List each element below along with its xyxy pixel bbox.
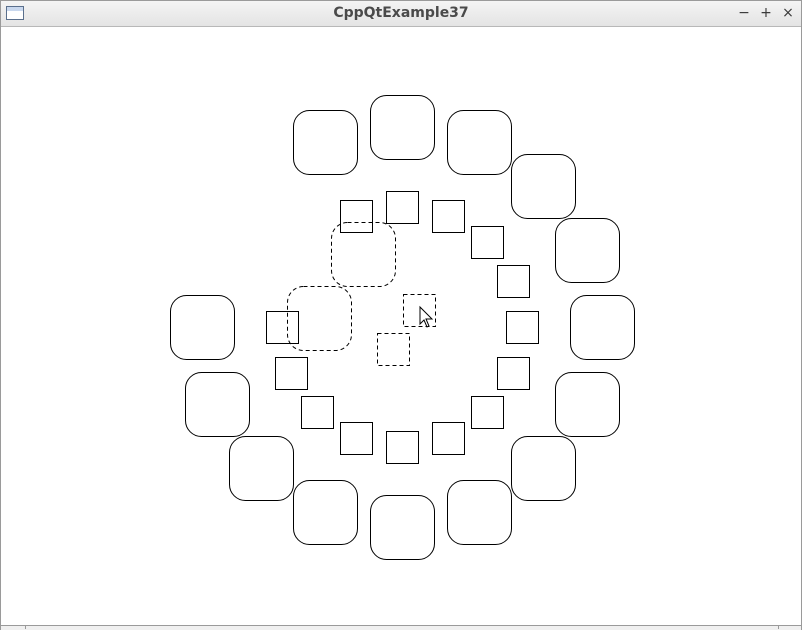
rounded-rect-item[interactable] — [447, 110, 512, 175]
square-item[interactable] — [301, 396, 334, 429]
rounded-rect-item[interactable] — [370, 495, 435, 560]
square-item[interactable] — [497, 265, 530, 298]
square-item[interactable] — [471, 396, 504, 429]
rounded-rect-item[interactable] — [555, 372, 620, 437]
square-item[interactable] — [506, 311, 539, 344]
square-item[interactable] — [386, 431, 419, 464]
arrow-cursor-icon — [419, 305, 434, 328]
selected-square-item[interactable] — [377, 333, 410, 366]
rounded-rect-item[interactable] — [170, 295, 235, 360]
maximize-button[interactable]: + — [757, 3, 775, 23]
size-grip — [25, 625, 779, 629]
square-item[interactable] — [340, 200, 373, 233]
rounded-rect-item[interactable] — [370, 95, 435, 160]
square-item[interactable] — [432, 200, 465, 233]
close-button[interactable]: × — [779, 3, 797, 23]
rounded-rect-item[interactable] — [293, 480, 358, 545]
square-item[interactable] — [386, 191, 419, 224]
square-item[interactable] — [497, 357, 530, 390]
rounded-rect-item[interactable] — [185, 372, 250, 437]
window-title: CppQtExample37 — [333, 5, 469, 21]
square-item[interactable] — [471, 226, 504, 259]
minimize-button[interactable]: − — [735, 3, 753, 23]
rounded-rect-item[interactable] — [511, 154, 576, 219]
rounded-rect-item[interactable] — [555, 218, 620, 283]
rounded-rect-item[interactable] — [570, 295, 635, 360]
title-bar[interactable]: CppQtExample37 − + × — [1, 1, 801, 27]
square-item[interactable] — [432, 422, 465, 455]
rounded-rect-item[interactable] — [293, 110, 358, 175]
rounded-rect-item[interactable] — [511, 436, 576, 501]
graphics-scene[interactable] — [2, 27, 802, 625]
square-item[interactable] — [266, 311, 299, 344]
rounded-rect-item[interactable] — [229, 436, 294, 501]
rounded-rect-item[interactable] — [447, 480, 512, 545]
square-item[interactable] — [275, 357, 308, 390]
square-item[interactable] — [340, 422, 373, 455]
app-window: CppQtExample37 − + × — [0, 0, 802, 630]
